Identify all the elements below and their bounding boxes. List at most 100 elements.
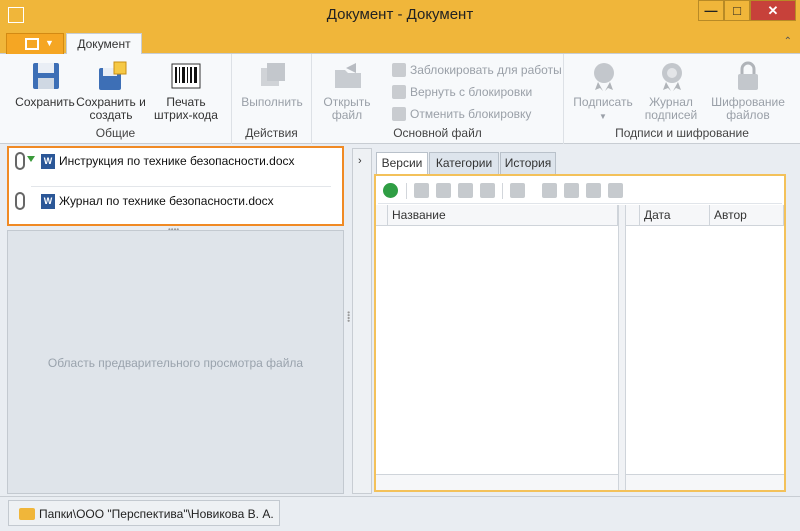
sign-label: Подписать ▼ bbox=[573, 95, 633, 122]
group-actions: Выполнить Действия bbox=[232, 54, 312, 144]
group-main-file: Открыть файл Заблокировать для работы Ве… bbox=[312, 54, 564, 144]
print-barcode-button[interactable]: Печать штрих-кода bbox=[146, 58, 226, 124]
unlock-icon[interactable] bbox=[480, 183, 495, 198]
file-name: Инструкция по технике безопасности.docx bbox=[59, 154, 295, 168]
floppy-icon bbox=[33, 63, 59, 89]
sign-log-button[interactable]: Журнал подписей bbox=[636, 58, 706, 124]
vertical-splitter[interactable]: •••• bbox=[344, 146, 353, 494]
lock-icon bbox=[392, 63, 406, 77]
paperclip-icon bbox=[15, 152, 25, 170]
view-icon[interactable] bbox=[542, 183, 557, 198]
list-item[interactable]: W Инструкция по технике безопасности.doc… bbox=[15, 150, 335, 174]
sign-button[interactable]: Подписать ▼ bbox=[568, 58, 638, 124]
lock-button[interactable]: Заблокировать для работы bbox=[392, 60, 562, 80]
chevron-down-icon[interactable] bbox=[510, 183, 525, 198]
lock-icon[interactable] bbox=[436, 183, 451, 198]
tab-history[interactable]: История bbox=[500, 152, 556, 174]
execute-icon bbox=[261, 63, 285, 86]
group-general-label: Общие bbox=[95, 126, 136, 140]
encrypt-button[interactable]: Шифрование файлов bbox=[708, 58, 788, 124]
sign-icon[interactable] bbox=[586, 183, 601, 198]
app-menu-button[interactable]: ▼ bbox=[6, 33, 64, 54]
divider bbox=[406, 183, 407, 199]
column-header-name[interactable]: Название bbox=[388, 205, 618, 226]
file-name: Журнал по технике безопасности.docx bbox=[59, 194, 274, 208]
sign-log-icon bbox=[662, 63, 682, 91]
minimize-icon: — bbox=[704, 3, 718, 18]
return-lock-button[interactable]: Вернуть с блокировки bbox=[392, 82, 562, 102]
main-file-marker-icon bbox=[27, 156, 35, 162]
word-icon: W bbox=[41, 154, 55, 169]
tab-document[interactable]: Документ bbox=[66, 33, 142, 55]
folder-path-text: Папки\ООО "Перспектива"\Новикова В. А. bbox=[39, 507, 274, 521]
grid-footer bbox=[376, 474, 618, 490]
folder-icon bbox=[19, 508, 35, 520]
row-indicator-header bbox=[376, 205, 388, 226]
close-icon: ✕ bbox=[767, 3, 779, 18]
app-menu-icon bbox=[25, 38, 39, 50]
save-and-create-button[interactable]: Сохранить и создать bbox=[76, 58, 146, 124]
panel-expander[interactable]: › bbox=[352, 148, 372, 494]
barcode-icon bbox=[171, 63, 201, 89]
save-and-create-label: Сохранить и создать bbox=[76, 95, 146, 122]
versions-content: Название Дата Автор bbox=[374, 174, 786, 492]
paperclip-icon bbox=[15, 192, 25, 210]
row-indicator-header bbox=[626, 205, 640, 226]
divider bbox=[31, 186, 331, 187]
versions-panel: › Версии Категории История Название Дата bbox=[352, 148, 792, 494]
group-actions-label: Действия bbox=[245, 126, 298, 140]
close-button[interactable]: ✕ bbox=[750, 0, 796, 21]
divider bbox=[502, 183, 503, 199]
edit-icon[interactable] bbox=[414, 183, 429, 198]
save-button[interactable]: Сохранить bbox=[10, 58, 80, 124]
column-header-date[interactable]: Дата bbox=[640, 205, 710, 226]
file-list: W Инструкция по технике безопасности.doc… bbox=[7, 146, 344, 226]
compare-icon[interactable] bbox=[608, 183, 623, 198]
lock-label: Заблокировать для работы bbox=[410, 63, 562, 77]
ribbon-tab-row: ▼ Документ ⌃ bbox=[0, 30, 800, 55]
group-main-file-label: Основной файл bbox=[393, 126, 482, 140]
status-bar: Папки\ООО "Перспектива"\Новикова В. А. bbox=[0, 496, 800, 531]
grid-footer bbox=[626, 474, 784, 490]
maximize-button[interactable]: □ bbox=[724, 0, 750, 21]
grid-splitter[interactable] bbox=[618, 205, 626, 490]
tab-versions[interactable]: Версии bbox=[376, 152, 428, 174]
preview-placeholder: Область предварительного просмотра файла bbox=[47, 356, 304, 370]
refresh-icon[interactable] bbox=[383, 183, 398, 198]
return-icon[interactable] bbox=[458, 183, 473, 198]
group-signatures-label: Подписи и шифрование bbox=[615, 126, 749, 140]
versions-grid: Название Дата Автор bbox=[376, 205, 784, 490]
word-icon: W bbox=[41, 194, 55, 209]
execute-label: Выполнить bbox=[241, 95, 303, 109]
chevron-down-icon: ▼ bbox=[45, 38, 54, 48]
minimize-button[interactable]: — bbox=[698, 0, 724, 21]
title-bar: Документ - Документ — □ ✕ bbox=[0, 0, 800, 30]
unlock-icon bbox=[392, 107, 406, 121]
open-file-button[interactable]: Открыть файл bbox=[312, 58, 382, 124]
file-preview-area: Область предварительного просмотра файла bbox=[7, 230, 344, 494]
encrypt-label: Шифрование файлов bbox=[711, 95, 785, 122]
tab-categories[interactable]: Категории bbox=[429, 152, 499, 174]
list-item[interactable]: W Журнал по технике безопасности.docx bbox=[15, 190, 335, 214]
padlock-icon bbox=[738, 61, 758, 90]
group-general: Сохранить Сохранить и создать Печать штр… bbox=[0, 54, 232, 144]
collapse-ribbon-icon[interactable]: ⌃ bbox=[784, 36, 792, 47]
group-signatures: Подписать ▼ Журнал подписей Шифрование фа… bbox=[564, 54, 800, 144]
save-new-icon bbox=[99, 61, 127, 90]
execute-button[interactable]: Выполнить bbox=[237, 58, 307, 124]
versions-toolbar bbox=[378, 178, 782, 204]
ribbon-panel: Сохранить Сохранить и создать Печать штр… bbox=[0, 54, 800, 144]
sign-icon bbox=[594, 63, 614, 91]
return-lock-label: Вернуть с блокировки bbox=[410, 85, 533, 99]
cancel-lock-button[interactable]: Отменить блокировку bbox=[392, 104, 562, 124]
folder-path[interactable]: Папки\ООО "Перспектива"\Новикова В. А. bbox=[8, 500, 280, 526]
open-folder-icon bbox=[335, 63, 361, 88]
cancel-lock-label: Отменить блокировку bbox=[410, 107, 532, 121]
sign-log-label: Журнал подписей bbox=[644, 95, 698, 122]
save-icon[interactable] bbox=[564, 183, 579, 198]
maximize-icon: □ bbox=[733, 3, 741, 18]
column-header-author[interactable]: Автор bbox=[710, 205, 784, 226]
save-label: Сохранить bbox=[15, 95, 75, 109]
open-file-label: Открыть файл bbox=[323, 95, 371, 122]
print-barcode-label: Печать штрих-кода bbox=[154, 95, 218, 122]
